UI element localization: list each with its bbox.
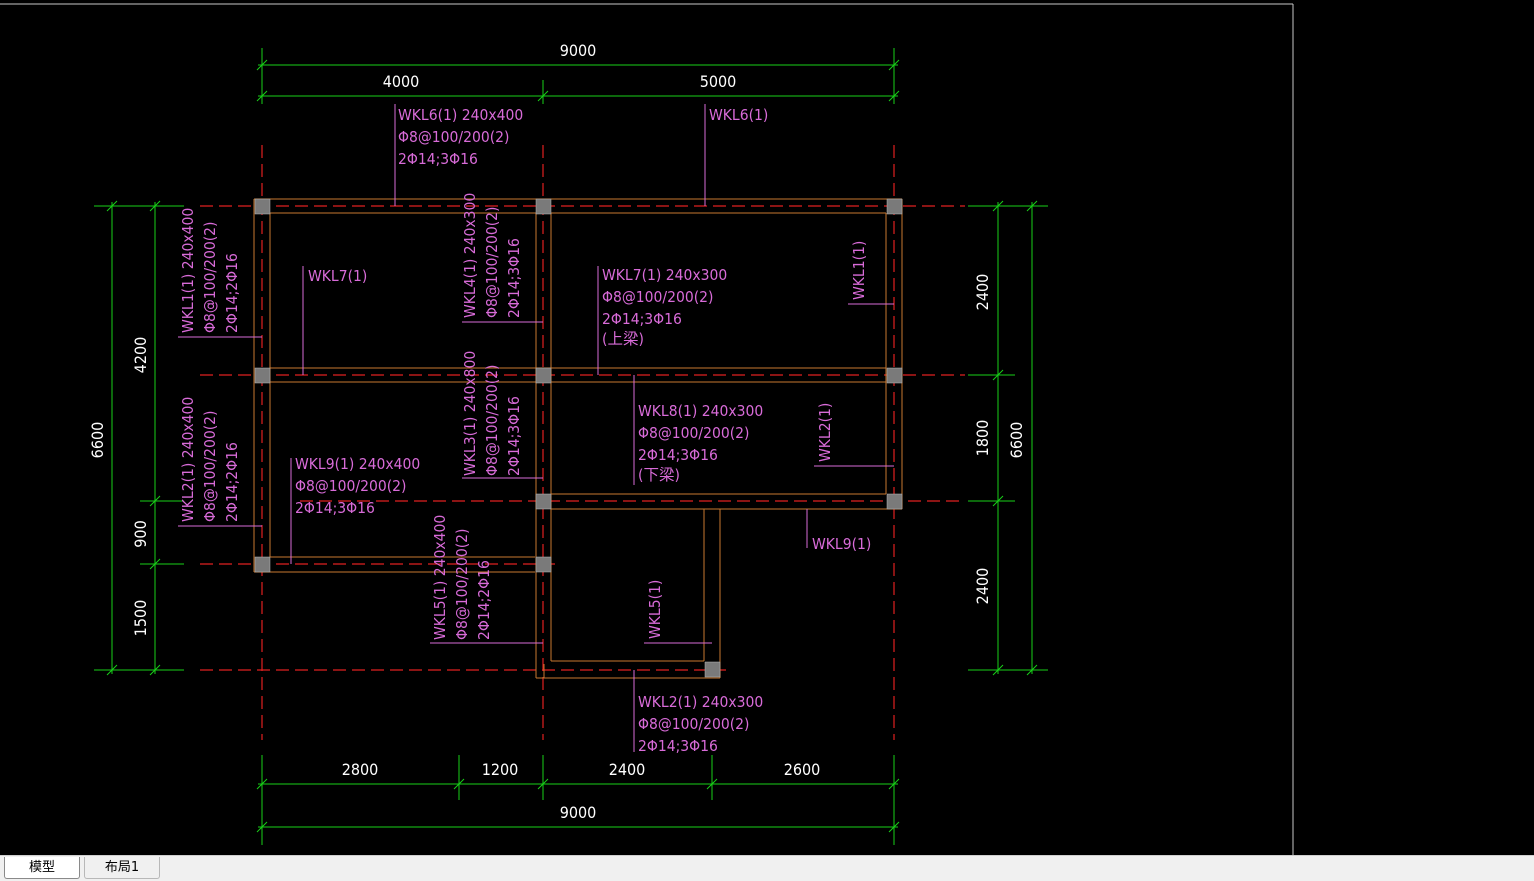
annotation-wkl9-b: WKL9(1) [812, 535, 871, 553]
dim-top-total: 9000 [560, 41, 597, 60]
dim-top-right: 5000 [700, 72, 737, 91]
dim-right-2400-top: 2400 [973, 274, 992, 311]
layout-tab-bar: 模型 布局1 [0, 855, 1534, 881]
annotation-wkl1-a: WKL1(1) 240x400 Φ8@100/200(2) 2Φ14;2Φ16 [179, 203, 241, 333]
dim-right-total: 6600 [1007, 422, 1026, 459]
annotation-wkl2-a: WKL2(1) 240x400 Φ8@100/200(2) 2Φ14;2Φ16 [179, 392, 241, 522]
dim-bottom-2600: 2600 [784, 760, 821, 779]
annotation-wkl5-b: WKL5(1) [646, 580, 664, 639]
annotation-wkl6-a: WKL6(1) 240x400 Φ8@100/200(2) 2Φ14;3Φ16 [398, 106, 528, 168]
annotation-wkl1-b: WKL1(1) [850, 241, 868, 300]
dim-bottom-2800: 2800 [342, 760, 379, 779]
annotation-wkl9-a: WKL9(1) 240x400 Φ8@100/200(2) 2Φ14;3Φ16 [295, 455, 425, 517]
floor-plan-drawing[interactable]: 9000 4000 5000 2800 1200 2400 2600 9000 … [0, 0, 1534, 855]
dim-left-900: 900 [131, 520, 150, 547]
annotation-wkl4: WKL4(1) 240x300 Φ8@100/200(2) 2Φ14;3Φ16 [461, 188, 523, 318]
dim-bottom-total: 9000 [560, 803, 597, 822]
dim-left-1500: 1500 [131, 600, 150, 637]
dim-bottom-2400: 2400 [609, 760, 646, 779]
axis-grid [200, 145, 965, 740]
annotation-wkl7-a: WKL7(1) [308, 267, 367, 285]
dim-top-left: 4000 [383, 72, 420, 91]
tab-layout1[interactable]: 布局1 [84, 857, 160, 879]
model-space-canvas[interactable]: 9000 4000 5000 2800 1200 2400 2600 9000 … [0, 0, 1534, 855]
annotation-wkl6-b: WKL6(1) [709, 106, 768, 124]
dim-left-4200: 4200 [131, 337, 150, 374]
annotation-wkl2-c: WKL2(1) 240x300 Φ8@100/200(2) 2Φ14;3Φ16 [638, 693, 768, 755]
dim-right-1800: 1800 [973, 420, 992, 457]
annotation-wkl5-a: WKL5(1) 240x400 Φ8@100/200(2) 2Φ14;2Φ16 [431, 510, 493, 640]
dim-right-2400-bottom: 2400 [973, 568, 992, 605]
annotation-wkl3: WKL3(1) 240x800 Φ8@100/200(2) 2Φ14;3Φ16 [461, 346, 523, 476]
annotation-wkl2-b: WKL2(1) [816, 403, 834, 462]
annotation-wkl7-b: WKL7(1) 240x300 Φ8@100/200(2) 2Φ14;3Φ16 … [602, 266, 732, 348]
dim-left-total: 6600 [88, 422, 107, 459]
dim-bottom-1200: 1200 [482, 760, 519, 779]
dimension-texts: 9000 4000 5000 2800 1200 2400 2600 9000 … [88, 41, 1026, 822]
beam-annotations: WKL6(1) 240x400 Φ8@100/200(2) 2Φ14;3Φ16 … [179, 106, 871, 755]
annotation-wkl8: WKL8(1) 240x300 Φ8@100/200(2) 2Φ14;3Φ16 … [638, 402, 768, 484]
tab-model[interactable]: 模型 [4, 857, 80, 879]
